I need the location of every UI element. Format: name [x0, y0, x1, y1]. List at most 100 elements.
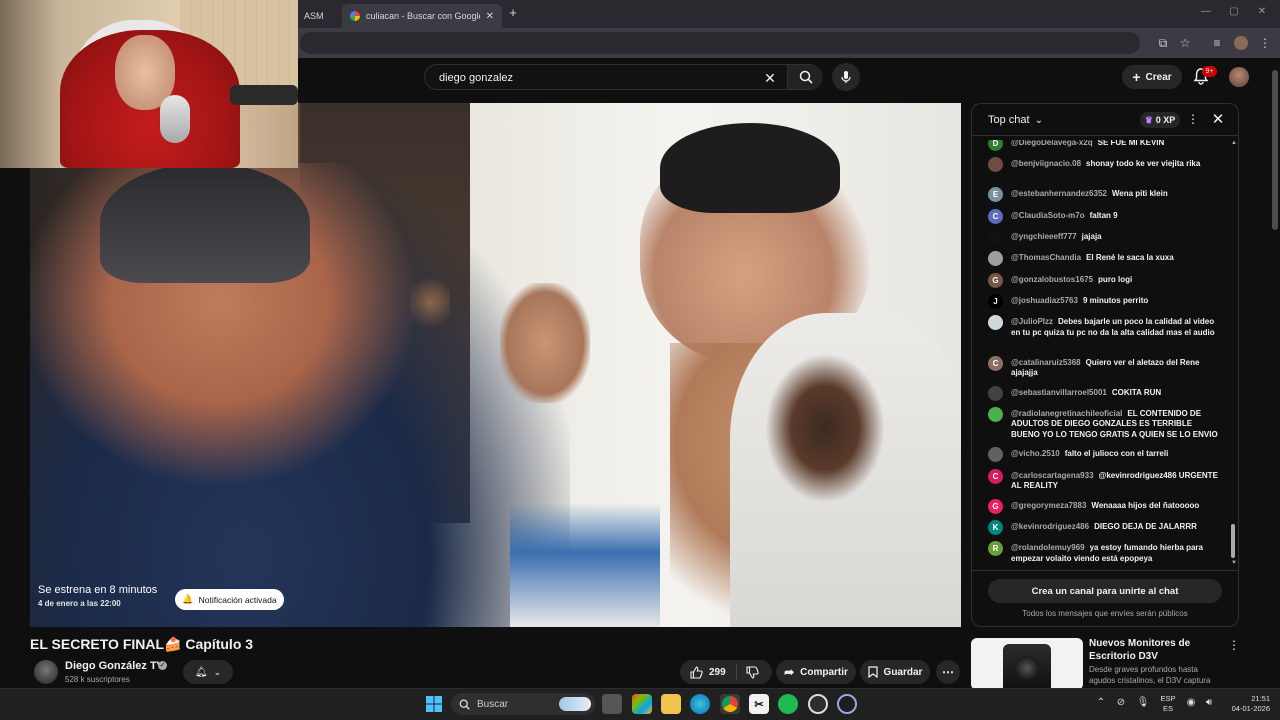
scroll-down-icon[interactable]: ▼ — [1231, 560, 1237, 566]
tab-asm[interactable]: ASM — [296, 4, 342, 28]
chat-author[interactable]: @radiolanegretinachileoficial — [1011, 409, 1122, 418]
video-player[interactable] — [30, 103, 961, 627]
clear-search-icon[interactable]: ✕ — [761, 69, 779, 87]
install-icon[interactable]: ⧉ — [1154, 34, 1172, 52]
chat-author[interactable]: @rolandolemuy969 — [1011, 543, 1085, 552]
capcut-icon[interactable]: ✂ — [749, 694, 769, 714]
tab-google-search[interactable]: culiacan - Buscar con Google ✕ — [342, 4, 502, 28]
chat-message[interactable]: @yngchieeeff777 jajaja — [988, 229, 1218, 245]
chat-author[interactable]: @gregorymeza7883 — [1011, 501, 1086, 510]
chat-author[interactable]: @gonzalobustos1675 — [1011, 275, 1093, 284]
chat-author[interactable]: @estebanhernandez6352 — [1011, 189, 1107, 198]
chat-message[interactable]: R @rolandolemuy969 ya estoy fumando hierba… — [988, 541, 1218, 564]
network-off-icon[interactable]: ⊘ — [1114, 697, 1128, 711]
chat-avatar[interactable]: G — [988, 498, 1003, 514]
chat-author[interactable]: @JulioPlzz — [1011, 317, 1053, 326]
chat-message[interactable]: @radiolanegretinachileoficial EL CONTENID… — [988, 406, 1218, 441]
taskbar-search[interactable]: Buscar — [451, 693, 595, 715]
chat-avatar[interactable]: K — [988, 520, 1003, 535]
chat-message[interactable]: J @joshuadiaz5763 9 minutos perrito — [988, 293, 1218, 309]
chrome-icon[interactable] — [720, 694, 740, 714]
chat-avatar[interactable] — [988, 251, 1003, 267]
chat-author[interactable]: @vicho.2510 — [1011, 449, 1060, 458]
chat-message[interactable]: E @estebanhernandez6352 Wena piti klein — [988, 187, 1218, 203]
chat-avatar[interactable] — [988, 406, 1003, 422]
new-tab-button[interactable]: + — [506, 5, 520, 21]
chat-message[interactable]: C @catalinaruiz5368 Quiero ver el aletazo … — [988, 355, 1218, 379]
chat-author[interactable]: @benjviignacio.08 — [1011, 159, 1081, 168]
task-view-icon[interactable] — [602, 694, 622, 714]
account-avatar[interactable] — [1229, 67, 1249, 87]
media-control-icon[interactable]: ≡ — [1208, 34, 1226, 52]
chat-avatar[interactable] — [988, 229, 1003, 245]
chat-message[interactable]: @ThomasChandia El René le saca la xuxa — [988, 251, 1218, 267]
close-window-icon[interactable]: ✕ — [1252, 6, 1272, 17]
channel-avatar[interactable] — [34, 660, 58, 684]
chat-author[interactable]: @ThomasChandia — [1011, 253, 1081, 262]
chat-message[interactable]: @vicho.2510 falto el julioco con el tarre… — [988, 447, 1218, 463]
chat-message-list[interactable]: D @DiegoDelavega-x2q SE FUE MI KEVIN @benjv… — [972, 140, 1238, 570]
create-channel-button[interactable]: Crea un canal para unirte al chat — [988, 579, 1222, 603]
steam-icon[interactable] — [837, 694, 857, 714]
bookmark-star-icon[interactable]: ☆ — [1176, 34, 1194, 52]
chat-message[interactable]: G @gregorymeza7883 Wenaaaa hijos del ñatoo… — [988, 498, 1218, 514]
file-explorer-icon[interactable] — [661, 694, 681, 714]
like-button[interactable]: 299 — [680, 664, 737, 680]
scroll-up-icon[interactable]: ▲ — [1231, 140, 1237, 146]
voice-search-button[interactable] — [832, 63, 860, 91]
microphone-tray-icon[interactable]: 🎙︎ — [1136, 697, 1150, 711]
channel-name[interactable]: Diego González TV — [65, 660, 164, 672]
chat-message[interactable]: K @kevinrodriguez486 DIEGO DEJA DE JALARRR — [988, 520, 1218, 535]
chat-avatar[interactable]: C — [988, 208, 1003, 224]
chat-avatar[interactable]: C — [988, 355, 1003, 371]
chat-avatar[interactable] — [988, 447, 1003, 463]
recommended-thumbnail[interactable] — [971, 638, 1083, 690]
language-indicator[interactable]: ESP ES — [1158, 694, 1178, 714]
recommended-title[interactable]: Nuevos Monitores de Escritorio D3V — [1089, 637, 1224, 663]
chat-author[interactable]: @yngchieeeff777 — [1011, 232, 1077, 241]
chat-avatar[interactable] — [988, 385, 1003, 401]
obs-icon[interactable] — [808, 694, 828, 714]
chat-avatar[interactable]: C — [988, 468, 1003, 484]
dislike-button[interactable] — [737, 665, 769, 679]
share-button[interactable]: ➦ Compartir — [776, 660, 856, 684]
spotify-icon[interactable] — [778, 694, 798, 714]
chat-author[interactable]: @kevinrodriguez486 — [1011, 522, 1089, 531]
page-scroll-thumb[interactable] — [1272, 70, 1278, 230]
wifi-icon[interactable]: ◉ — [1184, 697, 1198, 711]
search-input[interactable] — [439, 70, 759, 86]
chat-mode-dropdown[interactable]: Top chat ⌄ — [988, 114, 1043, 126]
recommended-menu-icon[interactable]: ⋮ — [1228, 638, 1240, 652]
search-button[interactable] — [787, 65, 823, 89]
tray-chevron-up-icon[interactable]: ⌃ — [1094, 697, 1108, 711]
chat-message[interactable]: @benjviignacio.08 shonay todo ke ver viej… — [988, 157, 1218, 173]
chat-scrollbar[interactable]: ▲ ▼ — [1230, 140, 1237, 570]
chat-avatar[interactable] — [988, 157, 1003, 173]
chat-message[interactable]: G @gonzalobustos1675 puro logi — [988, 272, 1218, 288]
address-bar[interactable] — [300, 32, 1140, 54]
chat-author[interactable]: @sebastianvillarroel5001 — [1011, 388, 1107, 397]
chat-message[interactable]: @JulioPlzz Debes bajarle un poco la calid… — [988, 315, 1218, 338]
xp-badge[interactable]: ♛ 0 XP — [1140, 112, 1180, 128]
chat-author[interactable]: @ClaudiaSoto-m7o — [1011, 211, 1085, 220]
chat-avatar[interactable]: E — [988, 187, 1003, 203]
maximize-icon[interactable]: ▢ — [1224, 6, 1244, 17]
chat-author[interactable]: @DiegoDelavega-x2q — [1011, 140, 1093, 147]
windows-start-icon[interactable] — [424, 694, 444, 714]
chat-close-icon[interactable]: ✕ — [1210, 110, 1226, 128]
profile-icon[interactable] — [1232, 34, 1250, 52]
clock[interactable]: 21:51 04-01-2026 — [1230, 694, 1270, 714]
browser-menu-icon[interactable]: ⋮ — [1256, 34, 1274, 52]
edge-icon[interactable] — [690, 694, 710, 714]
chat-menu-icon[interactable]: ⋮ — [1186, 112, 1200, 128]
chat-author[interactable]: @catalinaruiz5368 — [1011, 358, 1081, 367]
chat-scroll-thumb[interactable] — [1231, 524, 1235, 558]
chat-message[interactable]: @sebastianvillarroel5001 COKITA RUN — [988, 385, 1218, 401]
chat-message[interactable]: D @DiegoDelavega-x2q SE FUE MI KEVIN — [988, 140, 1218, 151]
close-icon[interactable]: ✕ — [486, 11, 494, 22]
more-actions-button[interactable]: ⋯ — [936, 660, 960, 684]
chat-avatar[interactable]: G — [988, 272, 1003, 288]
chat-author[interactable]: @joshuadiaz5763 — [1011, 296, 1078, 305]
chat-message[interactable]: C @carloscartagena933 @kevinrodriguez486 U… — [988, 468, 1218, 492]
copilot-icon[interactable] — [632, 694, 652, 714]
